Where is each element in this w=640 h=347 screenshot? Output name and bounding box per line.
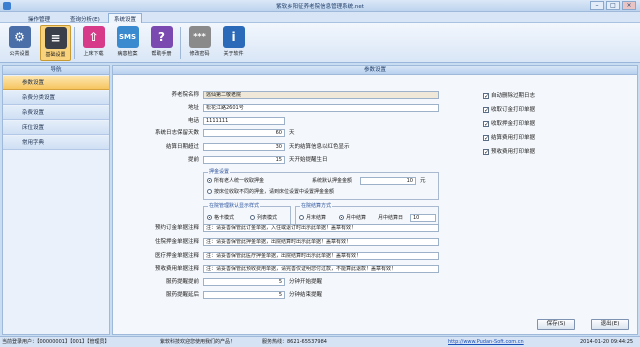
nav-item-fees[interactable]: 杂费设置 [3, 106, 109, 120]
default-deposit-label: 系统默认押金金额 [312, 178, 353, 184]
med-start-label: 服药提醒提前 [165, 279, 199, 285]
settle-days-field[interactable]: 30 [203, 143, 285, 151]
print-settlement-checkbox[interactable]: ✓ 结算费用打印单据 [483, 134, 535, 142]
inhouse-note-label: 住院押金单据注释 [154, 239, 199, 245]
tab-system-settings[interactable]: 系统设置 [108, 13, 143, 23]
inhouse-note-field[interactable]: 注：请妥善保管此押金单据，出院结算时出示此单据！盖章有效！ [203, 238, 439, 246]
minimize-button[interactable]: – [590, 1, 604, 10]
medical-note-label: 医疗押金单据注释 [154, 253, 199, 259]
name-label: 养老院名称 [171, 92, 199, 98]
prefee-note-label: 预收费用单据注释 [154, 266, 199, 272]
card-mode-radio[interactable]: 格卡模式 [207, 215, 234, 222]
mid-month-radio[interactable]: 月中结算 [339, 215, 366, 222]
default-deposit-field[interactable]: 10 [360, 177, 416, 185]
mid-month-day-field[interactable]: 10 [410, 214, 436, 222]
deposit-uniform-radio[interactable]: 所有老人统一收取押金 [207, 178, 264, 185]
status-hotline: 服务热线：8621-65537984 [262, 339, 327, 345]
phone-label: 电话 [187, 118, 199, 124]
birthday-remind-field[interactable]: 15 [203, 156, 285, 164]
about-button[interactable]: i 关于软件 [218, 25, 249, 61]
ribbon-toolbar: ⚙ 公共设置 ≡ 基础设置 ⇧ 上床下载 SMS 病患检案 ? 帮助手册 ***… [0, 23, 640, 63]
print-prepay-checkbox[interactable]: ✓ 收取订金打印单据 [483, 106, 535, 114]
basic-settings-button[interactable]: ≡ 基础设置 [40, 25, 71, 61]
title-bar: 紫软乡阳征养老院信息管理系统.net – □ × [0, 0, 640, 12]
prefee-note-field[interactable]: 注：请妥善保管此预收费用单据，请完善仅证明您付过款，不能算此退款！盖章有效！ [203, 265, 439, 273]
auto-delete-logs-checkbox[interactable]: ✓ 自动删除过期日志 [483, 92, 535, 100]
nav-item-fee-category[interactable]: 杂费分类设置 [3, 91, 109, 105]
mid-month-day-label: 月中结算日 [378, 215, 404, 221]
nav-item-dictionary[interactable]: 常用字典 [3, 136, 109, 150]
deposit-group: 押金设置 所有老人统一收取押金 系统默认押金金额 10 元 按床位收取不同的押金… [203, 169, 439, 200]
sliders-icon: ≡ [44, 27, 67, 49]
birthday-remind-note: 天开始提醒生日 [289, 157, 328, 163]
status-website-link[interactable]: http://www.Pudan-Soft.com.cn [448, 339, 524, 346]
sms-icon: SMS [116, 26, 139, 48]
deposit-group-title: 押金设置 [208, 169, 231, 176]
med-delay-label: 服药提醒延后 [165, 292, 199, 298]
menu-bar: 操作管理 查询分析(E) 系统设置 [0, 12, 640, 23]
list-mode-radio[interactable]: 列表模式 [250, 215, 277, 222]
upload-download-button[interactable]: ⇧ 上床下载 [78, 25, 109, 61]
settle-note: 天的结算信息以红色显示 [289, 144, 350, 150]
upload-icon: ⇧ [82, 26, 105, 48]
deposit-by-bed-radio[interactable]: 按床位收取不同的押金，请到床位设置中设置押金金额 [207, 189, 334, 196]
status-datetime: 2014-01-20 09:44:25 [580, 339, 634, 345]
prepay-note-label: 预约订金单据注释 [154, 225, 199, 231]
month-end-radio[interactable]: 月末结算 [299, 215, 326, 222]
billing-method-title: 在院结算方式 [300, 203, 333, 210]
content-title: 参数设置 [113, 66, 637, 75]
address-field[interactable]: 松花江路2601号 [203, 104, 439, 112]
med-start-field[interactable]: 5 [203, 278, 285, 286]
print-prefee-checkbox[interactable]: ✓ 预收费用打印单据 [483, 148, 535, 156]
print-deposit-checkbox[interactable]: ✓ 收取押金打印单据 [483, 120, 535, 128]
log-days-label: 系统日志保留天数 [154, 130, 199, 136]
maximize-button[interactable]: □ [606, 1, 620, 10]
birthday-remind-label: 提前 [187, 157, 199, 163]
nav-item-params[interactable]: 参数设置 [3, 76, 109, 90]
window-title: 紫软乡阳征养老院信息管理系统.net [276, 4, 364, 10]
med-delay-field[interactable]: 5 [203, 291, 285, 299]
name-field[interactable]: 逃仙第二敬老院 [203, 91, 439, 99]
display-style-title: 在院管理默认显示样式 [208, 203, 261, 210]
log-days-field[interactable]: 60 [203, 129, 285, 137]
save-button[interactable]: 保存(S) [537, 319, 575, 330]
help-icon: ? [150, 26, 173, 48]
status-bar: 当前登录用户：【00000001】【001】【管理员】 紫软科技欢迎您使用我们的… [0, 336, 640, 347]
address-label: 地址 [187, 105, 199, 111]
change-password-button[interactable]: *** 修改密码 [184, 25, 215, 61]
nav-panel: 导航 参数设置 杂费分类设置 杂费设置 床位设置 常用字典 [2, 65, 110, 335]
help-manual-button[interactable]: ? 帮助手册 [146, 25, 177, 61]
medical-note-field[interactable]: 注：请妥善保管此医疗押金单据，出院结算时出示此单据！盖章有效！ [203, 252, 439, 260]
status-welcome: 紫软科技欢迎您使用我们的产品！ [160, 339, 236, 345]
ribbon-separator [180, 27, 181, 59]
exit-button[interactable]: 退出(E) [591, 319, 629, 330]
tab-query[interactable]: 查询分析(E) [64, 13, 106, 23]
public-settings-button[interactable]: ⚙ 公共设置 [4, 25, 35, 61]
deposit-unit: 元 [420, 178, 426, 184]
sms-button[interactable]: SMS 病患检案 [112, 25, 143, 61]
info-icon: i [222, 26, 245, 48]
home-settings-icon: ⚙ [8, 26, 31, 48]
phone-field[interactable]: 1111111 [203, 117, 285, 125]
tab-operations[interactable]: 操作管理 [22, 13, 56, 23]
med-start-unit: 分钟开始提醒 [289, 279, 323, 285]
settle-label: 结算日期超过 [165, 144, 199, 150]
log-days-unit: 天 [289, 130, 295, 136]
med-delay-unit: 分钟结束提醒 [289, 292, 323, 298]
ribbon-separator [74, 27, 75, 59]
nav-title: 导航 [3, 66, 109, 75]
status-current-user: 当前登录用户：【00000001】【001】【管理员】 [2, 339, 110, 345]
prepay-note-field[interactable]: 注：请妥善保管此订金单据，入住或退订时出示此单据！盖章有效！ [203, 224, 439, 232]
close-window-button[interactable]: × [622, 1, 636, 10]
content-panel: 参数设置 养老院名称 逃仙第二敬老院 地址 松花江路2601号 电话 11111… [112, 65, 638, 335]
password-icon: *** [188, 26, 211, 48]
nav-item-beds[interactable]: 床位设置 [3, 121, 109, 135]
